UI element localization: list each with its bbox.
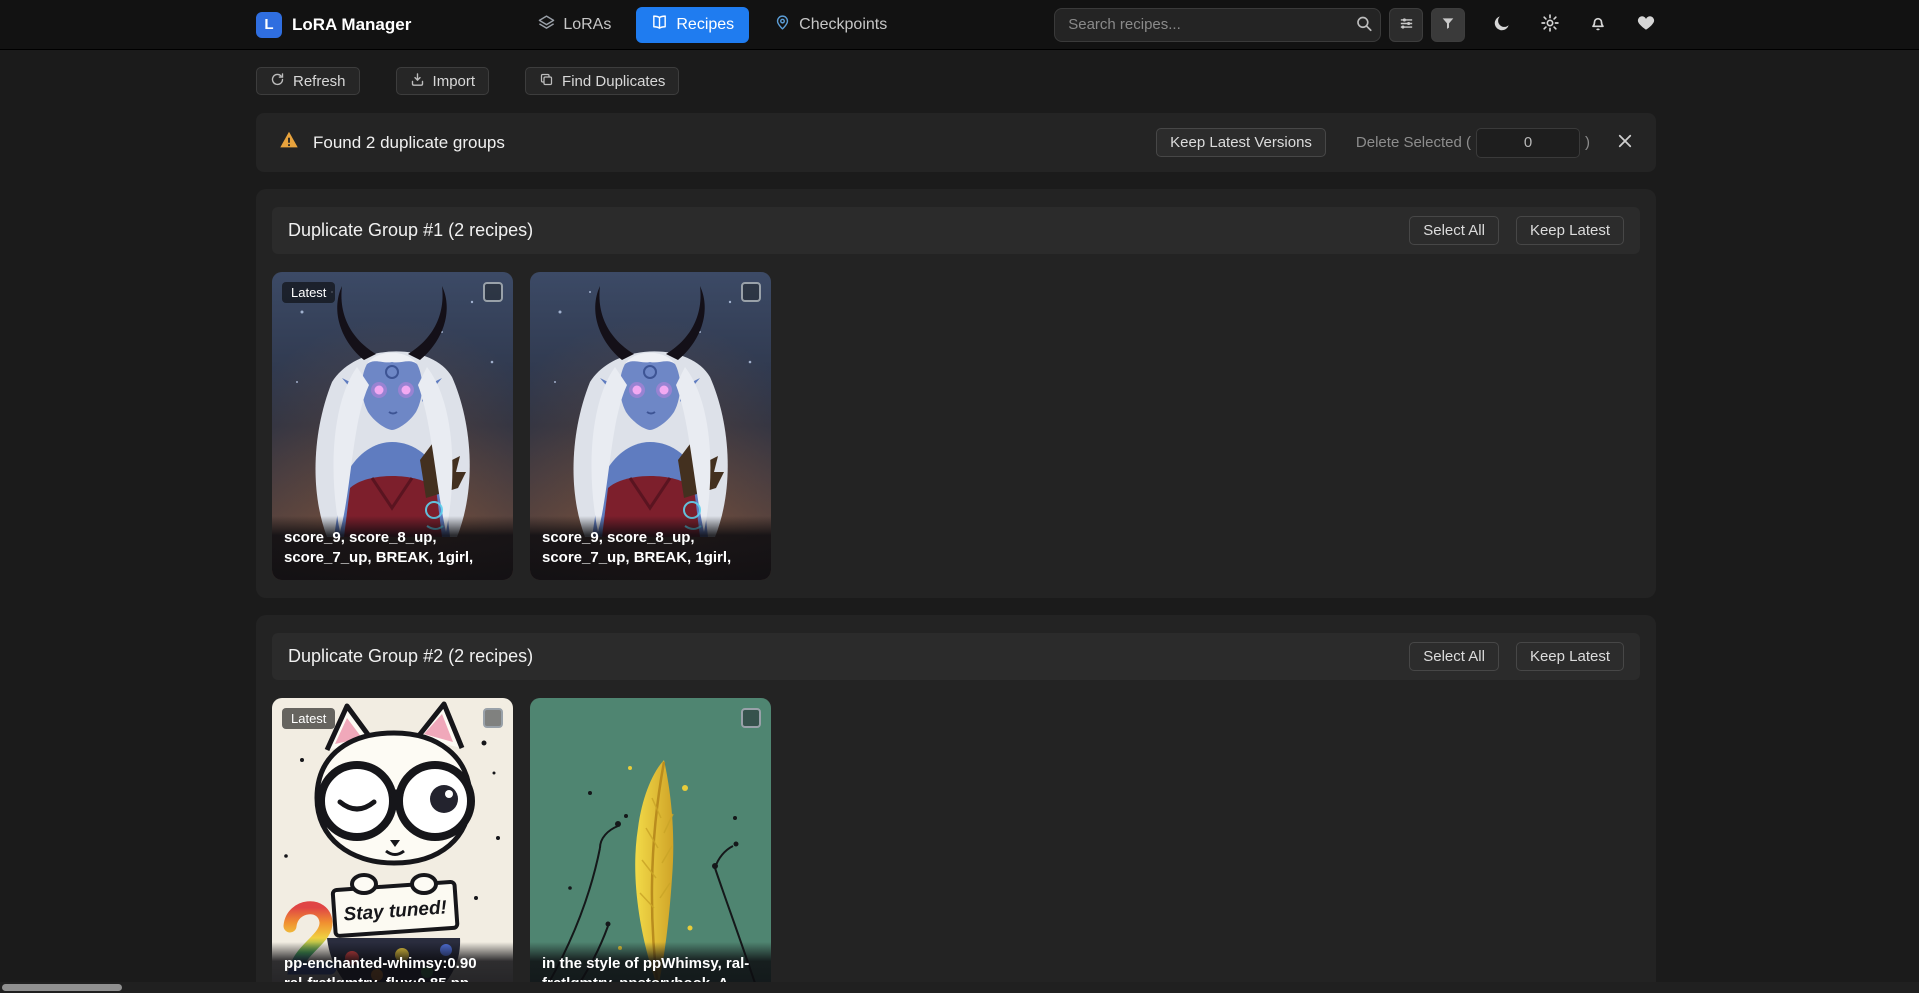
group-title: Duplicate Group #1 (2 recipes) <box>288 220 533 241</box>
horizontal-scrollbar[interactable] <box>0 982 1919 993</box>
tab-checkpoints[interactable]: Checkpoints <box>759 7 902 43</box>
keep-latest-versions-button[interactable]: Keep Latest Versions <box>1156 128 1326 157</box>
gear-icon <box>1540 13 1560 36</box>
recipe-select-checkbox[interactable] <box>483 282 503 302</box>
recipe-cards-row: Stay tuned! Latest pp-enchanted-whimsy:0… <box>272 698 1640 993</box>
latest-badge: Latest <box>282 282 335 303</box>
toolbar: Refresh Import Find Duplicates <box>256 67 1656 95</box>
sliders-icon <box>1398 15 1415 35</box>
tab-label: Checkpoints <box>799 16 887 34</box>
close-icon <box>1616 132 1634 153</box>
tab-label: LoRAs <box>563 16 611 34</box>
sort-options-button[interactable] <box>1389 8 1423 42</box>
duplicate-group-2: Duplicate Group #2 (2 recipes) Select Al… <box>256 615 1656 993</box>
duplicates-icon <box>539 72 554 91</box>
group-header: Duplicate Group #1 (2 recipes) Select Al… <box>272 207 1640 254</box>
delete-count-input[interactable] <box>1476 128 1580 158</box>
layers-icon <box>538 14 555 36</box>
moon-icon <box>1492 13 1512 36</box>
main-nav: LoRAs Recipes Checkpoints <box>523 7 902 43</box>
funnel-icon <box>1440 15 1456 34</box>
horizontal-scrollbar-thumb[interactable] <box>2 984 122 991</box>
import-button[interactable]: Import <box>396 67 490 95</box>
recipe-caption: score_9, score_8_up, score_7_up, BREAK, … <box>272 516 513 581</box>
tab-label: Recipes <box>676 16 734 34</box>
book-icon <box>651 14 668 36</box>
main-content: Refresh Import Find Duplicates Found 2 d… <box>256 67 1656 993</box>
group-header: Duplicate Group #2 (2 recipes) Select Al… <box>272 633 1640 680</box>
find-duplicates-button[interactable]: Find Duplicates <box>525 67 679 95</box>
heart-icon <box>1636 13 1656 36</box>
app-logo: L <box>256 12 282 38</box>
settings-button[interactable] <box>1540 13 1560 36</box>
favorites-button[interactable] <box>1636 13 1656 36</box>
search-icon <box>1355 14 1373 35</box>
group-title: Duplicate Group #2 (2 recipes) <box>288 646 533 667</box>
tab-loras[interactable]: LoRAs <box>523 7 626 43</box>
recipe-caption: score_9, score_8_up, score_7_up, BREAK, … <box>530 516 771 581</box>
delete-selected-label-suffix: ) <box>1585 134 1590 151</box>
filter-button[interactable] <box>1431 8 1465 42</box>
delete-selected-control[interactable]: Delete Selected ( ) <box>1356 128 1590 158</box>
recipe-card[interactable]: Stay tuned! Latest pp-enchanted-whimsy:0… <box>272 698 513 993</box>
alert-close-button[interactable] <box>1616 132 1634 153</box>
refresh-button[interactable]: Refresh <box>256 67 360 95</box>
bell-icon <box>1588 13 1608 36</box>
duplicates-alert-banner: Found 2 duplicate groups Keep Latest Ver… <box>256 113 1656 172</box>
theme-toggle-button[interactable] <box>1492 13 1512 36</box>
find-duplicates-label: Find Duplicates <box>562 73 665 90</box>
navbar: L LoRA Manager LoRAs Recipes Checkpoi <box>0 0 1919 50</box>
search-button[interactable] <box>1353 12 1375 37</box>
recipe-card[interactable]: Latest score_9, score_8_up, score_7_up, … <box>272 272 513 580</box>
import-label: Import <box>433 73 476 90</box>
navbar-actions <box>1492 13 1656 36</box>
latest-badge: Latest <box>282 708 335 729</box>
select-all-button[interactable]: Select All <box>1409 216 1499 245</box>
refresh-label: Refresh <box>293 73 346 90</box>
recipe-card[interactable]: in the style of ppWhimsy, ral-frctlgmtry… <box>530 698 771 993</box>
notifications-button[interactable] <box>1588 13 1608 36</box>
keep-latest-button[interactable]: Keep Latest <box>1516 216 1624 245</box>
duplicate-group-1: Duplicate Group #1 (2 recipes) Select Al… <box>256 189 1656 598</box>
keep-latest-button[interactable]: Keep Latest <box>1516 642 1624 671</box>
search-input[interactable] <box>1054 8 1381 42</box>
recipe-card[interactable]: score_9, score_8_up, score_7_up, BREAK, … <box>530 272 771 580</box>
refresh-icon <box>270 72 285 91</box>
recipe-select-checkbox[interactable] <box>741 708 761 728</box>
alert-message: Found 2 duplicate groups <box>313 133 505 153</box>
search-bar <box>1054 8 1381 42</box>
recipe-select-checkbox[interactable] <box>483 708 503 728</box>
delete-selected-label: Delete Selected ( <box>1356 134 1471 151</box>
import-icon <box>410 72 425 91</box>
app-title: LoRA Manager <box>292 15 411 35</box>
select-all-button[interactable]: Select All <box>1409 642 1499 671</box>
recipe-select-checkbox[interactable] <box>741 282 761 302</box>
map-marker-icon <box>774 14 791 36</box>
warning-icon <box>278 129 300 156</box>
tab-recipes[interactable]: Recipes <box>636 7 749 43</box>
brand: L LoRA Manager <box>256 12 411 38</box>
recipe-cards-row: Latest score_9, score_8_up, score_7_up, … <box>272 272 1640 580</box>
